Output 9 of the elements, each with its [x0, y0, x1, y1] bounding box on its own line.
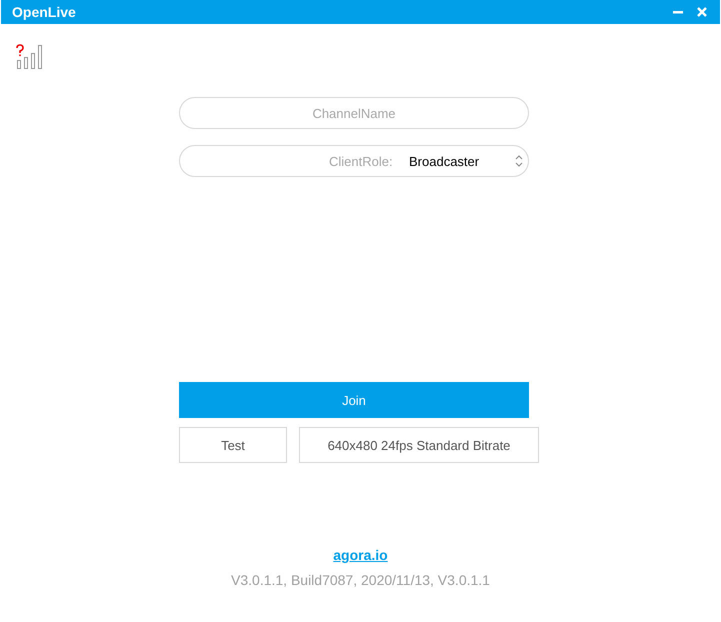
version-text: V3.0.1.1, Build7087, 2020/11/13, V3.0.1.1 [231, 572, 490, 588]
client-role-value: Broadcaster [409, 154, 480, 168]
client-role-dropdown[interactable]: ClientRole: Broadcaster [179, 145, 529, 177]
client-role-label: ClientRole: [329, 154, 394, 168]
test-button[interactable]: Test [179, 427, 287, 463]
window-title: OpenLive [12, 4, 77, 20]
video-profile-button[interactable]: 640x480 24fps Standard Bitrate [299, 427, 539, 463]
spinner-icon [514, 154, 524, 168]
channel-name-field[interactable]: ChannelName [179, 97, 529, 129]
